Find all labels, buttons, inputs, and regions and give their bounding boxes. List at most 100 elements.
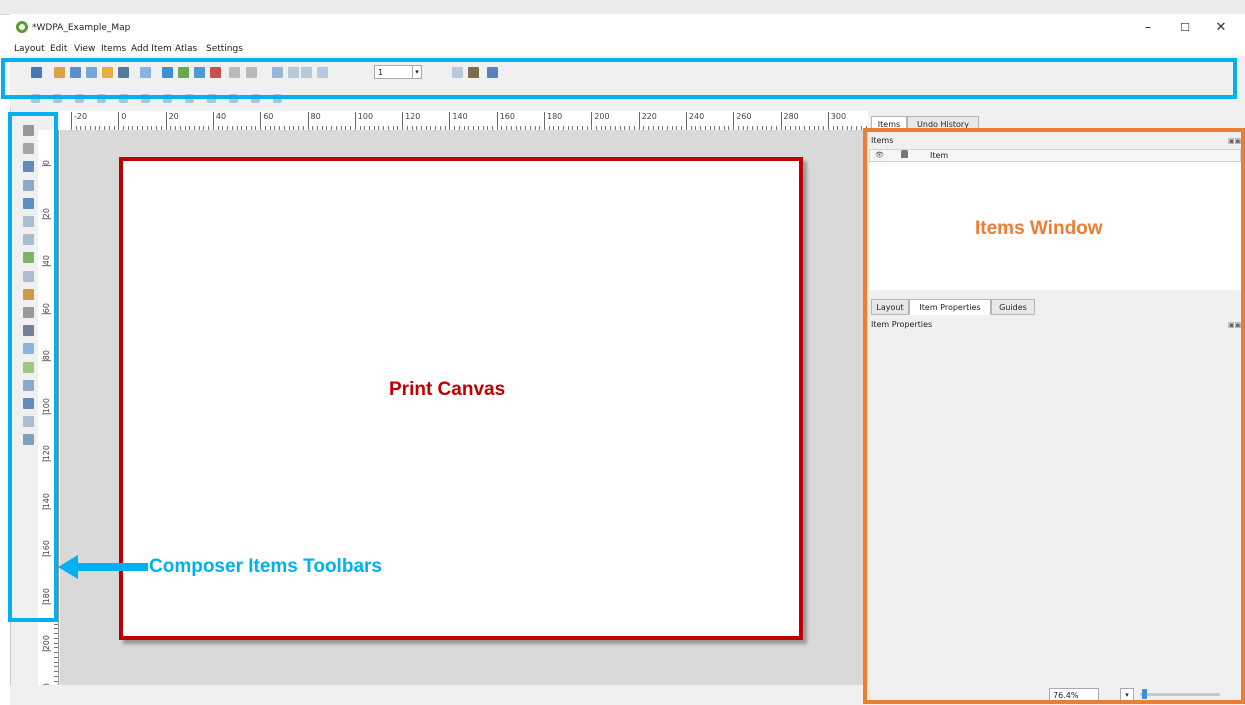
zoom-in-icon[interactable] (53, 94, 62, 103)
align-icon[interactable] (229, 94, 238, 103)
vertical-ruler: 020406080100120140160180200220 (38, 130, 59, 686)
ruler-minor-tick (54, 414, 58, 416)
atlas-preview-icon[interactable] (272, 67, 283, 78)
export-svg-icon[interactable] (194, 67, 205, 78)
ruler-minor-tick (54, 614, 58, 615)
add-scalebar-icon[interactable] (23, 307, 34, 318)
tab-guides[interactable]: Guides (991, 299, 1035, 315)
tab-item-properties[interactable]: Item Properties (909, 299, 991, 315)
ruler-minor-tick (54, 186, 58, 188)
ruler-minor-tick (54, 533, 58, 535)
atlas-page-input[interactable]: 1 (374, 65, 414, 79)
ungroup-icon[interactable] (163, 94, 172, 103)
edit-nodes-icon[interactable] (23, 197, 34, 209)
add-polyline-icon[interactable] (23, 398, 34, 409)
refresh-icon[interactable] (97, 94, 106, 103)
menu-atlas[interactable]: Atlas (175, 44, 197, 54)
pan-icon[interactable] (23, 125, 34, 136)
ruler-minor-tick (54, 481, 58, 482)
ruler-minor-tick (54, 243, 58, 245)
add-map-icon[interactable] (23, 216, 34, 227)
duplicate-layout-icon[interactable] (70, 67, 81, 78)
ruler-minor-tick (54, 305, 58, 307)
add-html-icon[interactable] (23, 416, 34, 428)
arrow-icon (58, 555, 148, 579)
menu-settings[interactable]: Settings (206, 44, 243, 54)
print-icon[interactable] (162, 67, 173, 78)
menu-view[interactable]: View (74, 44, 95, 54)
first-feature-icon[interactable] (288, 67, 299, 78)
lower-icon[interactable] (207, 94, 216, 103)
ruler-minor-tick (54, 352, 58, 354)
add-text-icon[interactable] (23, 343, 34, 355)
atlas-settings-icon[interactable] (487, 67, 498, 78)
close-button[interactable]: ✕ (1208, 17, 1234, 39)
tab-undo-history[interactable]: Undo History (907, 116, 979, 131)
ruler-minor-tick (54, 452, 58, 454)
items-column-item: Item (930, 151, 949, 160)
add-north-arrow-icon[interactable] (23, 325, 34, 337)
ruler-minor-tick (54, 623, 58, 625)
move-content-icon[interactable] (23, 179, 34, 191)
group-icon[interactable] (141, 94, 150, 103)
ruler-minor-tick (54, 234, 58, 235)
add-arrow-icon[interactable] (23, 379, 34, 391)
distribute-icon[interactable] (251, 94, 260, 103)
ruler-minor-tick (54, 357, 58, 359)
ruler-minor-tick (54, 314, 58, 316)
add-picture-icon[interactable] (23, 252, 34, 264)
next-feature-icon[interactable] (317, 67, 328, 78)
export-pdf-icon[interactable] (210, 67, 221, 78)
ruler-minor-tick (54, 405, 58, 406)
zoom-tool-icon[interactable] (23, 143, 34, 155)
select-icon[interactable] (23, 161, 34, 173)
open-template-icon[interactable] (102, 67, 113, 78)
dock-float-icon-2[interactable]: ▣▣ (1228, 321, 1241, 329)
save-template-icon[interactable] (118, 67, 129, 78)
save-icon[interactable] (31, 67, 42, 78)
lock-icon[interactable] (119, 94, 128, 103)
ruler-minor-tick (54, 443, 58, 444)
add-legend-icon[interactable] (23, 288, 34, 300)
ruler-minor-tick (54, 267, 58, 269)
ruler-minor-tick (54, 386, 58, 387)
zoom-full-icon[interactable] (31, 94, 40, 103)
add-shape-icon[interactable] (23, 361, 34, 373)
maximize-button[interactable]: ☐ (1172, 17, 1198, 39)
dock-float-icon[interactable]: ▣▣ (1228, 137, 1241, 145)
ruler-minor-tick (54, 248, 58, 250)
tab-items[interactable]: Items (871, 116, 907, 131)
ruler-minor-tick (54, 599, 58, 601)
resize-icon[interactable] (273, 94, 282, 103)
previous-feature-icon[interactable] (301, 67, 312, 78)
ruler-minor-tick (54, 656, 58, 658)
zoom-out-icon[interactable] (75, 94, 84, 103)
ruler-minor-tick (54, 219, 58, 221)
add-attribute-table-icon[interactable] (23, 434, 34, 446)
ruler-minor-tick (54, 552, 58, 554)
last-feature-icon[interactable] (452, 67, 463, 78)
menu-edit[interactable]: Edit (50, 44, 67, 54)
raise-icon[interactable] (185, 94, 194, 103)
zoom-dropdown[interactable]: ▾ (1120, 688, 1134, 702)
zoom-slider[interactable] (1140, 688, 1220, 700)
ruler-minor-tick (54, 604, 58, 606)
undo-icon[interactable] (229, 67, 240, 78)
atlas-page-dropdown[interactable]: ▾ (412, 65, 422, 79)
page-setup-icon[interactable] (140, 67, 151, 78)
add-label-icon[interactable] (23, 270, 34, 282)
layout-manager-icon[interactable] (86, 67, 97, 78)
menu-layout[interactable]: Layout (14, 44, 45, 54)
redo-icon[interactable] (246, 67, 257, 78)
new-layout-icon[interactable] (54, 67, 65, 78)
export-image-icon[interactable] (178, 67, 189, 78)
minimize-button[interactable]: – (1135, 17, 1161, 39)
menu-add-item[interactable]: Add Item (131, 44, 172, 54)
zoom-level-input[interactable]: 76.4% (1049, 688, 1099, 702)
ruler-minor-tick (54, 191, 58, 193)
tab-layout[interactable]: Layout (871, 299, 909, 315)
atlas-print-icon[interactable] (468, 67, 479, 78)
add-3d-map-icon[interactable] (23, 234, 34, 246)
ruler-minor-tick (54, 257, 58, 259)
menu-items[interactable]: Items (101, 44, 126, 54)
